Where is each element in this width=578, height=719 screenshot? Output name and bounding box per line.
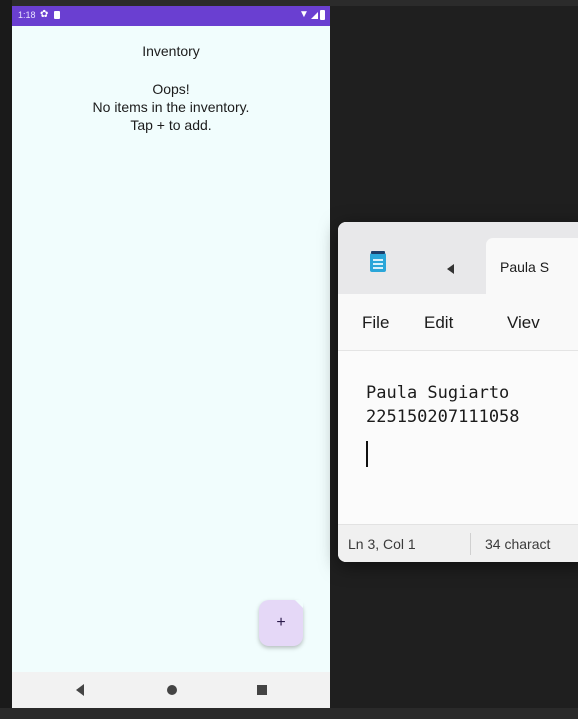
wifi-icon: ▼ bbox=[299, 9, 309, 20]
app-title: Inventory bbox=[142, 43, 200, 59]
empty-state-message: Oops! No items in the inventory. Tap + t… bbox=[12, 80, 330, 134]
status-time: 1:18 bbox=[18, 10, 36, 20]
notepad-content: Paula Sugiarto 225150207111058 bbox=[366, 381, 520, 429]
add-item-fab[interactable]: + bbox=[259, 600, 303, 646]
content-line-1: Paula Sugiarto bbox=[366, 383, 510, 403]
character-count: 34 charact bbox=[485, 536, 551, 552]
notepad-menu-bar: File Edit Viev bbox=[338, 294, 578, 351]
android-status-bar: 1:18 ✿ ▼ bbox=[12, 6, 330, 26]
empty-state-line-3: Tap + to add. bbox=[130, 117, 212, 133]
text-caret bbox=[366, 441, 368, 467]
notepad-text-area[interactable]: Paula Sugiarto 225150207111058 bbox=[338, 351, 578, 524]
recents-square-icon[interactable] bbox=[257, 685, 267, 695]
menu-edit[interactable]: Edit bbox=[424, 313, 453, 333]
gear-icon: ✿ bbox=[40, 9, 49, 20]
tab-title: Paula S bbox=[500, 259, 550, 275]
notepad-window: Paula S File Edit Viev Paula Sugiarto 22… bbox=[338, 222, 578, 562]
cursor-position: Ln 3, Col 1 bbox=[348, 536, 416, 552]
signal-icon bbox=[311, 12, 318, 19]
back-triangle-icon[interactable] bbox=[76, 684, 84, 696]
desktop-bottom-edge bbox=[0, 708, 578, 719]
menu-file[interactable]: File bbox=[362, 313, 389, 333]
notepad-title-bar[interactable]: Paula S bbox=[338, 222, 578, 294]
sd-card-icon bbox=[54, 11, 60, 19]
content-line-2: 225150207111058 bbox=[366, 407, 520, 427]
fab-corner-notch bbox=[295, 600, 303, 608]
notepad-icon bbox=[368, 251, 388, 273]
chevron-left-icon[interactable] bbox=[447, 264, 454, 274]
battery-icon bbox=[320, 10, 325, 20]
tab-document[interactable]: Paula S bbox=[486, 238, 578, 294]
status-divider bbox=[470, 533, 471, 555]
android-nav-bar bbox=[12, 672, 330, 708]
android-emulator-screen: 1:18 ✿ ▼ Inventory Oops! No items in the… bbox=[12, 6, 330, 708]
menu-view[interactable]: Viev bbox=[507, 313, 540, 333]
notepad-status-bar: Ln 3, Col 1 34 charact bbox=[338, 524, 578, 562]
desktop-left-edge bbox=[0, 0, 12, 719]
plus-icon: + bbox=[276, 614, 286, 631]
empty-state-line-2: No items in the inventory. bbox=[92, 99, 250, 115]
empty-state-line-1: Oops! bbox=[152, 81, 190, 97]
home-circle-icon[interactable] bbox=[167, 685, 177, 695]
